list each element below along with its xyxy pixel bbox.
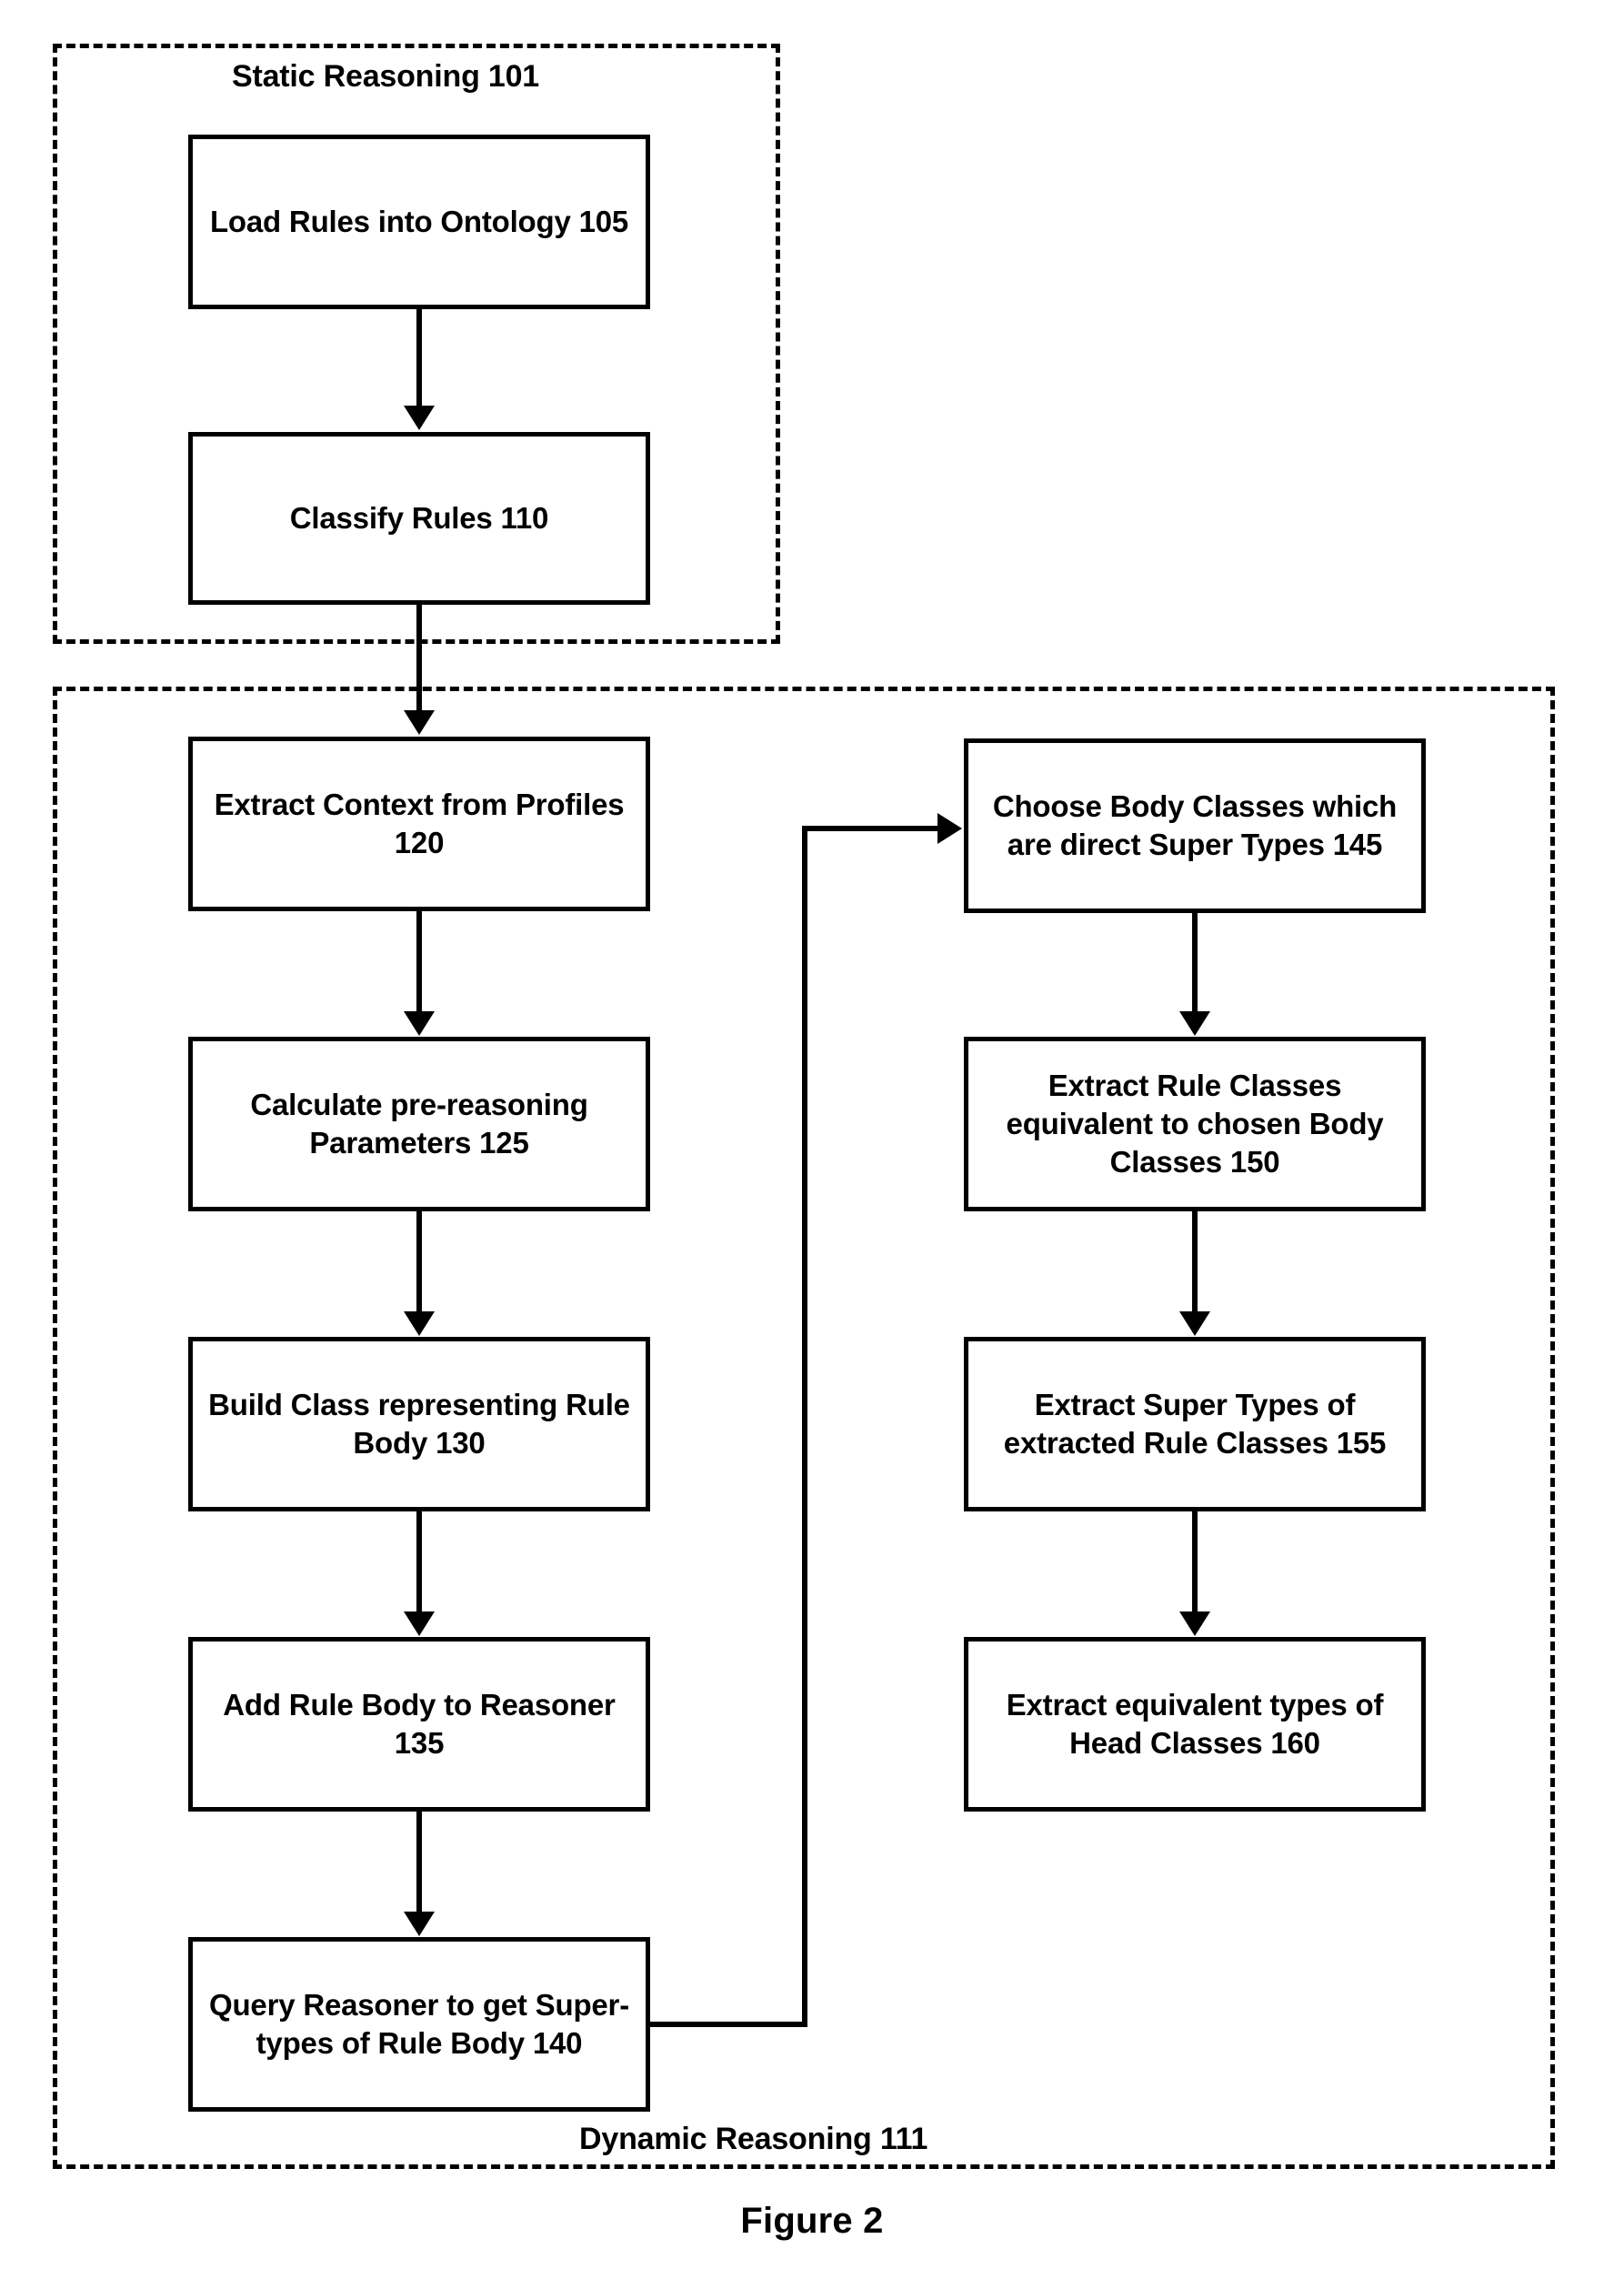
node-145-label: Choose Body Classes which are direct Sup…	[992, 788, 1398, 861]
group-dynamic-reasoning-label: Dynamic Reasoning 111	[570, 2122, 937, 2157]
node-155-label: Extract Super Types of extracted Rule Cl…	[1003, 1387, 1387, 1460]
node-build-class-representing-rule-body-130: Build Class representing Rule Body 130	[188, 1337, 650, 1511]
arrowhead-down-icon	[404, 1611, 435, 1636]
node-query-reasoner-super-types-rule-body-140: Query Reasoner to get Super-types of Rul…	[188, 1937, 650, 2112]
node-calculate-pre-reasoning-parameters-125: Calculate pre-reasoning Parameters 125	[188, 1037, 650, 1211]
connector-120-to-125	[416, 911, 422, 1013]
node-160-label: Extract equivalent types of Head Classes…	[1006, 1687, 1384, 1760]
node-extract-equivalent-types-of-head-classes-160: Extract equivalent types of Head Classes…	[964, 1637, 1426, 1812]
arrowhead-down-icon	[404, 406, 435, 430]
connector-125-to-130	[416, 1211, 422, 1313]
arrowhead-down-icon	[1179, 1311, 1210, 1336]
connector-130-to-135	[416, 1511, 422, 1613]
connector-140-to-145-segment-3	[802, 826, 940, 831]
node-120-label: Extract Context from Profiles 120	[214, 787, 625, 859]
arrowhead-right-icon	[937, 813, 962, 844]
arrowhead-down-icon	[1179, 1611, 1210, 1636]
node-extract-rule-classes-equivalent-150: Extract Rule Classes equivalent to chose…	[964, 1037, 1426, 1211]
node-125-label: Calculate pre-reasoning Parameters 125	[250, 1087, 588, 1160]
node-extract-context-from-profiles-120: Extract Context from Profiles 120	[188, 737, 650, 911]
arrowhead-down-icon	[404, 710, 435, 735]
arrowhead-down-icon	[404, 1912, 435, 1936]
node-130-label: Build Class representing Rule Body 130	[208, 1387, 630, 1460]
group-static-reasoning-label: Static Reasoning 101	[223, 59, 549, 95]
connector-150-to-155	[1192, 1211, 1198, 1313]
connector-105-to-110	[416, 309, 422, 407]
arrowhead-down-icon	[1179, 1011, 1210, 1036]
node-load-rules-into-ontology-105: Load Rules into Ontology 105	[188, 135, 650, 309]
node-110-label: Classify Rules 110	[289, 500, 549, 535]
node-150-label: Extract Rule Classes equivalent to chose…	[1006, 1068, 1384, 1180]
node-140-label: Query Reasoner to get Super-types of Rul…	[208, 1987, 629, 2060]
node-classify-rules-110: Classify Rules 110	[188, 432, 650, 605]
figure-caption: Figure 2	[740, 2201, 884, 2241]
connector-140-to-145-segment-1	[650, 2022, 807, 2027]
node-extract-super-types-of-extracted-rule-classes-155: Extract Super Types of extracted Rule Cl…	[964, 1337, 1426, 1511]
node-105-label: Load Rules into Ontology 105	[209, 204, 629, 238]
node-135-label: Add Rule Body to Reasoner 135	[223, 1687, 616, 1760]
connector-155-to-160	[1192, 1511, 1198, 1613]
node-choose-body-classes-direct-super-types-145: Choose Body Classes which are direct Sup…	[964, 738, 1426, 913]
connector-140-to-145-segment-2	[802, 826, 807, 2027]
arrowhead-down-icon	[404, 1011, 435, 1036]
figure-canvas: Static Reasoning 101 Dynamic Reasoning 1…	[0, 0, 1624, 2289]
arrowhead-down-icon	[404, 1311, 435, 1336]
connector-110-to-120	[416, 605, 422, 712]
connector-145-to-150	[1192, 913, 1198, 1013]
connector-135-to-140	[416, 1812, 422, 1913]
node-add-rule-body-to-reasoner-135: Add Rule Body to Reasoner 135	[188, 1637, 650, 1812]
